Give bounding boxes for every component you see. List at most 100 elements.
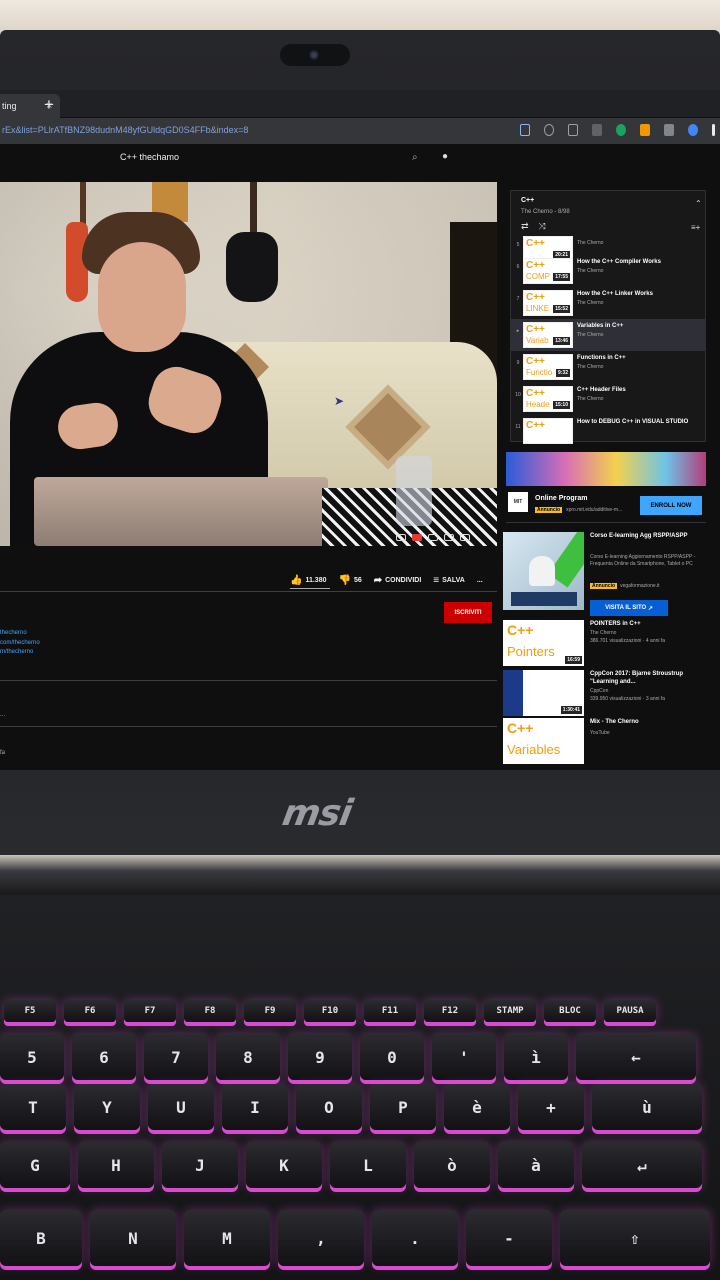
save-button[interactable]: ≡ SALVA — [433, 575, 465, 586]
divider — [506, 522, 706, 523]
profile-icon[interactable] — [688, 124, 698, 136]
keyboard-key: M — [184, 1210, 270, 1266]
like-button[interactable]: 👍 11.380 — [290, 575, 326, 586]
browser-tab-bar: ting × + — [0, 90, 720, 118]
video-thumbnail: C++ Pointers 16:59 — [503, 620, 584, 666]
video-thumbnail: C++ LINKE 15:52 — [523, 290, 573, 316]
video-title: Mix - The Cherno — [590, 719, 639, 725]
video-player[interactable]: ➤ — [0, 182, 497, 546]
keyboard-key: G — [0, 1142, 70, 1188]
chevron-up-icon[interactable]: ⌃ — [695, 199, 702, 208]
black-guitar-image — [226, 232, 278, 302]
keyboard-key: F12 — [424, 1000, 476, 1022]
keyboard-key: à — [498, 1142, 574, 1188]
subtitles-icon[interactable] — [412, 534, 422, 541]
playlist-menu-icon[interactable]: ≡+ — [691, 223, 700, 232]
keyboard-key: F7 — [124, 1000, 176, 1022]
video-title: POINTERS in C++ — [590, 621, 641, 627]
loop-icon[interactable]: ⇄ — [521, 221, 529, 232]
keyboard-key: ì — [504, 1034, 568, 1080]
duration-badge: 15:52 — [553, 305, 570, 313]
keyboard-top-row: T Y U I O P è + ù — [0, 1084, 702, 1130]
search-icon[interactable]: ⌕ — [412, 152, 418, 163]
playlist-panel: C++ The Cherno - 8/98 ⌃ ⇄ ⤨ ≡+ 5 C++ 20:… — [510, 190, 706, 444]
duration-badge: 13:46 — [553, 337, 570, 345]
keyboard-key: F5 — [4, 1000, 56, 1022]
address-bar[interactable]: rEx&list=PLlrATfBNZ98dudnM48yfGUldqGD0S4… — [0, 118, 720, 144]
keyboard-key: F10 — [304, 1000, 356, 1022]
playlist-item-current[interactable]: ▸ C++ Variab 13:46 Variables in C++ The … — [511, 319, 705, 351]
menu-icon[interactable] — [712, 124, 715, 136]
duration-badge: 16:59 — [565, 656, 582, 664]
keyboard-key: ù — [592, 1084, 702, 1130]
ad-banner-image[interactable] — [506, 452, 706, 486]
video-thumbnail — [503, 532, 584, 610]
translate-icon[interactable] — [568, 124, 578, 136]
share-icon[interactable] — [520, 124, 530, 136]
enroll-now-button[interactable]: ENROLL NOW — [640, 496, 702, 515]
video-thumbnail: C++ Variables — [503, 718, 584, 764]
playlist-item[interactable]: 6 C++ COMP 17:55 How the C++ Compiler Wo… — [511, 255, 705, 287]
video-views: 339.950 visualizzazioni · 3 anni fa — [590, 696, 666, 702]
keyboard-key: L — [330, 1142, 406, 1188]
description-link[interactable]: m/thecherno — [0, 649, 33, 655]
keyboard-key: 7 — [144, 1034, 208, 1080]
mic-icon[interactable]: ● — [442, 151, 448, 162]
keyboard-key: P — [370, 1084, 436, 1130]
playlist-controls: ⇄ ⤨ — [521, 221, 546, 232]
related-video[interactable]: 1:30:41 CppCon 2017: Bjarne Stroustrup "… — [503, 670, 708, 720]
share-arrow-icon: ➦ — [373, 575, 383, 586]
zoom-icon[interactable] — [544, 124, 554, 136]
keyboard-key: ò — [414, 1142, 490, 1188]
puzzle-icon[interactable] — [664, 124, 674, 136]
description-link[interactable]: com/thecherno — [0, 640, 40, 646]
laptop-brand-logo: msi — [279, 793, 355, 834]
subscribe-button[interactable]: ISCRIVITI — [444, 602, 492, 623]
video-thumbnail: C++ Heade 15:10 — [523, 386, 573, 412]
extension-green-icon[interactable] — [616, 124, 626, 136]
ad-url: vegaformazione.it — [620, 583, 660, 589]
video-title: CppCon 2017: Bjarne Stroustrup "Learning… — [590, 671, 684, 685]
description-link[interactable]: thecherno — [0, 630, 27, 636]
channel-name: CppCon — [590, 688, 609, 694]
settings-icon[interactable] — [428, 534, 438, 541]
duration-badge: 15:10 — [553, 401, 570, 409]
fullscreen-icon[interactable] — [460, 534, 470, 541]
related-video[interactable]: C++ Pointers 16:59 POINTERS in C++ The C… — [503, 620, 708, 670]
video-title: How the C++ Compiler Works — [577, 259, 661, 265]
keyboard-key: F8 — [184, 1000, 236, 1022]
video-title: How the C++ Linker Works — [577, 291, 653, 297]
video-title: Corso E-learning Agg RSPP/ASPP — [590, 533, 688, 539]
playlist-item[interactable]: 7 C++ LINKE 15:52 How the C++ Linker Wor… — [511, 287, 705, 319]
search-query-text[interactable]: C++ thechamo — [120, 152, 179, 162]
ad-title[interactable]: Online Program — [535, 495, 588, 502]
playlist-item[interactable]: 9 C++ Functio 9:32 Functions in C++ The … — [511, 351, 705, 383]
bookmark-icon[interactable] — [592, 124, 602, 136]
keyboard-key: K — [246, 1142, 322, 1188]
laptop-image — [34, 477, 328, 546]
keyboard-key: O — [296, 1084, 362, 1130]
visit-site-button[interactable]: VISITA IL SITO ↗ — [590, 600, 668, 616]
url-text[interactable]: rEx&list=PLlrATfBNZ98dudnM48yfGUldqGD0S4… — [2, 125, 248, 135]
miniplayer-icon[interactable] — [444, 534, 454, 541]
dislike-button[interactable]: 👎 56 — [338, 575, 361, 586]
sponsored-video[interactable]: Corso E-learning Agg RSPP/ASPP Corso E-l… — [503, 532, 708, 610]
playlist-title[interactable]: C++ — [521, 197, 534, 204]
keyboard-bottom-row: B N M , . - ⇧ — [0, 1210, 710, 1266]
autoplay-icon[interactable] — [396, 534, 406, 541]
related-mix[interactable]: C++ Variables Mix - The Cherno YouTube — [503, 718, 708, 768]
share-button[interactable]: ➦ CONDIVIDI — [374, 575, 422, 586]
keyboard-key: U — [148, 1084, 214, 1130]
new-tab-icon[interactable]: + — [44, 95, 54, 115]
playlist-item[interactable]: 10 C++ Heade 15:10 C++ Header Files The … — [511, 383, 705, 415]
keyboard-key: STAMP — [484, 1000, 536, 1022]
duration-badge: 9:32 — [555, 369, 570, 377]
extension-icons — [520, 124, 715, 136]
playlist-item[interactable]: 11 C++ How to DEBUG C++ in VISUAL STUDIO — [511, 415, 705, 447]
duration-badge: 17:55 — [553, 273, 570, 281]
more-actions-button[interactable]: ... — [477, 577, 483, 584]
video-title: Variables in C++ — [577, 323, 624, 329]
keyboard-key: H — [78, 1142, 154, 1188]
extension-hand-icon[interactable] — [640, 124, 650, 136]
shuffle-icon[interactable]: ⤨ — [539, 221, 546, 232]
